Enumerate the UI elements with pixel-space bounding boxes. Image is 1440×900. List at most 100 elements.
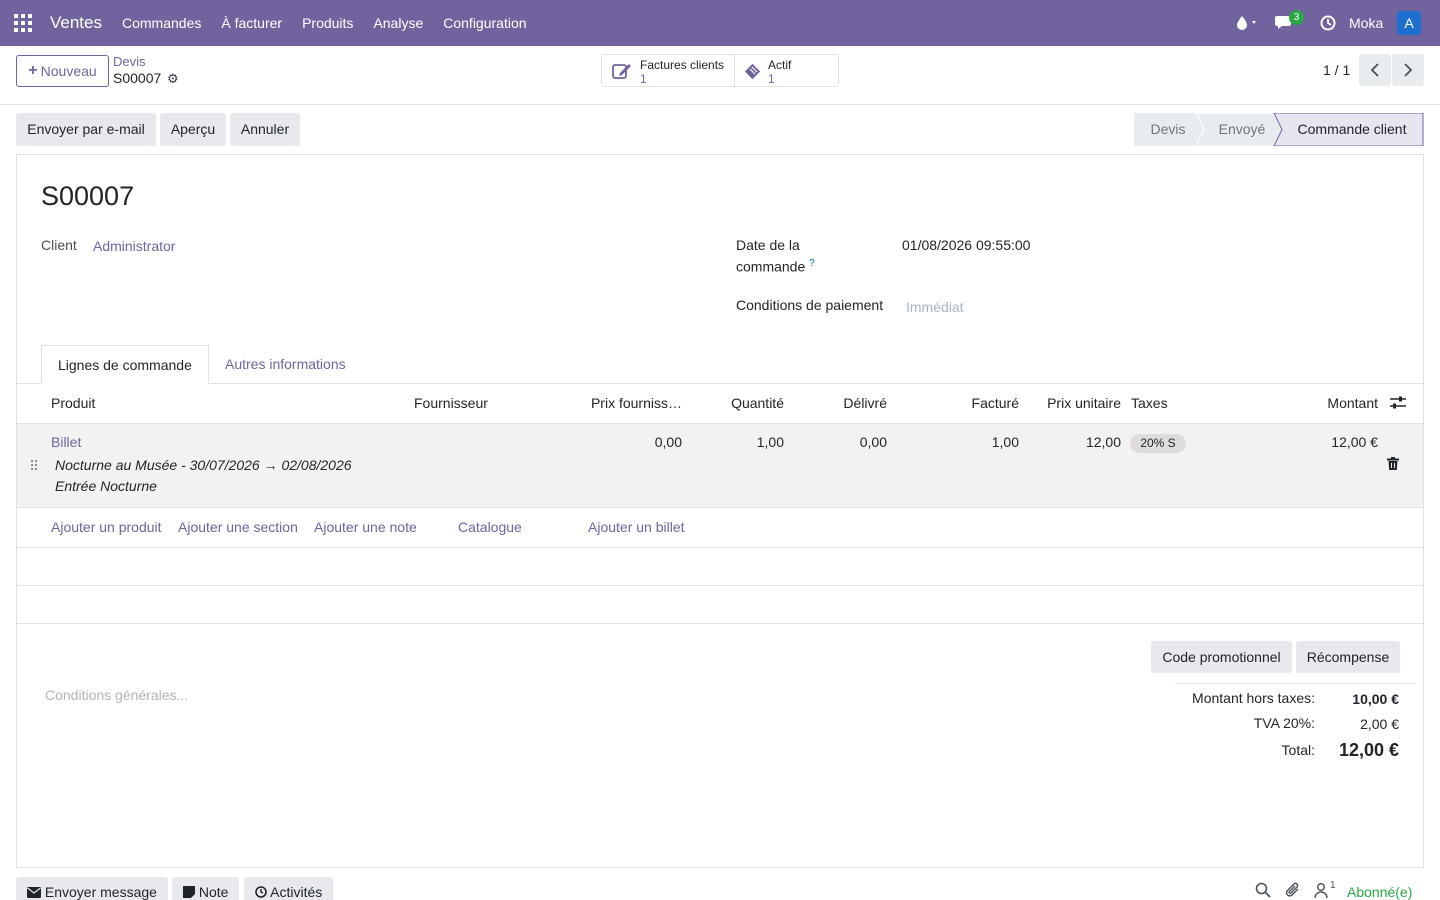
empty-row: [17, 548, 1423, 586]
add-product-link[interactable]: Ajouter un produit: [51, 519, 162, 535]
clock-icon: [255, 886, 267, 898]
breadcrumb-parent[interactable]: Devis: [113, 54, 146, 69]
sliders-icon[interactable]: [1390, 396, 1406, 410]
cancel-order-button[interactable]: Annuler: [230, 113, 300, 146]
main-menu: Commandes À facturer Produits Analyse Co…: [112, 15, 537, 31]
new-button-label: Nouveau: [40, 63, 97, 79]
clock-icon[interactable]: [1320, 15, 1336, 31]
client-label: Client: [41, 237, 77, 253]
pager-previous-button[interactable]: [1359, 54, 1391, 86]
activities-button[interactable]: Activités: [244, 877, 334, 900]
envelope-icon: [27, 887, 41, 898]
col-amount[interactable]: Montant: [1287, 395, 1378, 411]
col-delivered[interactable]: Délivré: [807, 395, 887, 411]
send-message-label: Envoyer message: [44, 884, 157, 900]
preview-button[interactable]: Aperçu: [160, 113, 226, 146]
totals-divider: [1175, 683, 1415, 684]
payment-terms-label: Conditions de paiement: [736, 297, 884, 313]
col-supplier[interactable]: Fournisseur: [414, 395, 488, 411]
apps-grid-icon[interactable]: [14, 14, 32, 32]
tab-order-lines[interactable]: Lignes de commande: [41, 345, 209, 384]
order-reference-title: S00007: [41, 181, 135, 211]
user-avatar[interactable]: A: [1397, 11, 1421, 35]
add-section-link[interactable]: Ajouter une section: [178, 519, 298, 535]
row-supplier-price[interactable]: 0,00: [597, 434, 682, 450]
stage-devis[interactable]: Devis: [1134, 113, 1202, 146]
reward-button[interactable]: Récompense: [1296, 641, 1400, 673]
search-icon[interactable]: [1255, 882, 1271, 898]
log-note-button[interactable]: Note: [172, 877, 240, 900]
payment-terms-field[interactable]: Immédiat: [906, 299, 964, 315]
col-quantity[interactable]: Quantité: [707, 395, 784, 411]
trash-icon[interactable]: [1387, 457, 1399, 470]
assets-label: Actif: [768, 58, 792, 72]
paperclip-icon[interactable]: [1285, 882, 1301, 898]
total-label: Total:: [1281, 742, 1315, 758]
row-invoiced: 1,00: [991, 434, 1019, 450]
droplet-icon[interactable]: [1236, 15, 1260, 31]
notebook-tabs: Lignes de commande Autres informations: [17, 345, 1423, 384]
gear-icon[interactable]: ⚙: [167, 71, 179, 87]
stage-commande-client[interactable]: Commande client: [1284, 113, 1420, 146]
activities-label: Activités: [270, 884, 323, 900]
vat-value: 2,00 €: [1360, 716, 1399, 732]
empty-row: [17, 586, 1423, 624]
add-note-link[interactable]: Ajouter une note: [314, 519, 417, 535]
row-product[interactable]: Billet: [51, 434, 81, 450]
control-panel: + Nouveau Devis S00007 ⚙ Factures client…: [0, 46, 1440, 105]
user-icon[interactable]: [1314, 882, 1328, 898]
top-navbar: Ventes Commandes À facturer Produits Ana…: [0, 0, 1440, 46]
pager-next-button[interactable]: [1392, 54, 1424, 86]
log-note-label: Note: [198, 884, 229, 900]
pager-value[interactable]: 1 / 1: [1323, 62, 1350, 78]
total-value: 12,00 €: [1338, 740, 1399, 760]
help-tooltip-icon[interactable]: ?: [809, 258, 815, 269]
plus-icon: +: [28, 62, 38, 79]
untaxed-amount-value: 10,00 €: [1352, 691, 1399, 707]
col-taxes[interactable]: Taxes: [1131, 395, 1168, 411]
order-date-field[interactable]: 01/08/2026 09:55:00: [902, 237, 1030, 253]
user-name[interactable]: Moka: [1349, 15, 1383, 31]
untaxed-amount-label: Montant hors taxes:: [1192, 690, 1315, 706]
stage-envoye[interactable]: Envoyé: [1206, 113, 1278, 146]
new-button[interactable]: + Nouveau: [16, 55, 109, 87]
col-unit-price[interactable]: Prix unitaire: [1031, 395, 1121, 411]
breadcrumb-current: S00007: [113, 70, 162, 86]
table-row[interactable]: ⠿ Billet Nocturne au Musée - 30/07/2026 …: [17, 424, 1423, 508]
followers-count: 1: [1330, 880, 1336, 891]
row-unit-price[interactable]: 12,00: [1031, 434, 1121, 450]
menu-configuration[interactable]: Configuration: [443, 15, 526, 31]
menu-analyse[interactable]: Analyse: [373, 15, 423, 31]
ticket-icon: [744, 63, 761, 80]
catalog-link[interactable]: Catalogue: [458, 519, 522, 535]
order-date-label-line2: commande ?: [736, 258, 815, 275]
client-field[interactable]: Administrator: [93, 238, 175, 254]
invoices-count: 1: [640, 72, 647, 86]
tab-other-info[interactable]: Autres informations: [209, 345, 362, 384]
invoices-smart-button[interactable]: Factures clients 1: [602, 55, 735, 86]
edit-icon: [612, 64, 631, 79]
col-product[interactable]: Produit: [51, 395, 95, 411]
row-delivered[interactable]: 0,00: [807, 434, 887, 450]
menu-produits[interactable]: Produits: [302, 15, 353, 31]
row-tax-tag[interactable]: 20% S: [1130, 434, 1186, 453]
messages-count-badge: 3: [1289, 10, 1304, 25]
menu-commandes[interactable]: Commandes: [122, 15, 201, 31]
add-ticket-link[interactable]: Ajouter un billet: [588, 519, 685, 535]
menu-a-facturer[interactable]: À facturer: [221, 15, 282, 31]
follow-status-button[interactable]: Abonné(e): [1347, 884, 1412, 900]
vat-label: TVA 20%:: [1253, 715, 1315, 731]
send-email-button[interactable]: Envoyer par e-mail: [16, 113, 156, 146]
assets-smart-button[interactable]: Actif 1: [735, 55, 838, 86]
assets-count: 1: [768, 72, 775, 86]
row-quantity[interactable]: 1,00: [707, 434, 784, 450]
promo-code-button[interactable]: Code promotionnel: [1151, 641, 1292, 673]
order-date-label-line1: Date de la: [736, 237, 800, 253]
col-invoiced[interactable]: Facturé: [937, 395, 1019, 411]
col-supplier-price[interactable]: Prix fourniss…: [579, 395, 682, 411]
invoices-label: Factures clients: [640, 58, 725, 72]
terms-conditions-field[interactable]: Conditions générales...: [45, 687, 188, 703]
drag-handle-icon[interactable]: ⠿: [29, 458, 39, 475]
send-message-button[interactable]: Envoyer message: [16, 877, 168, 900]
app-brand[interactable]: Ventes: [50, 13, 102, 33]
